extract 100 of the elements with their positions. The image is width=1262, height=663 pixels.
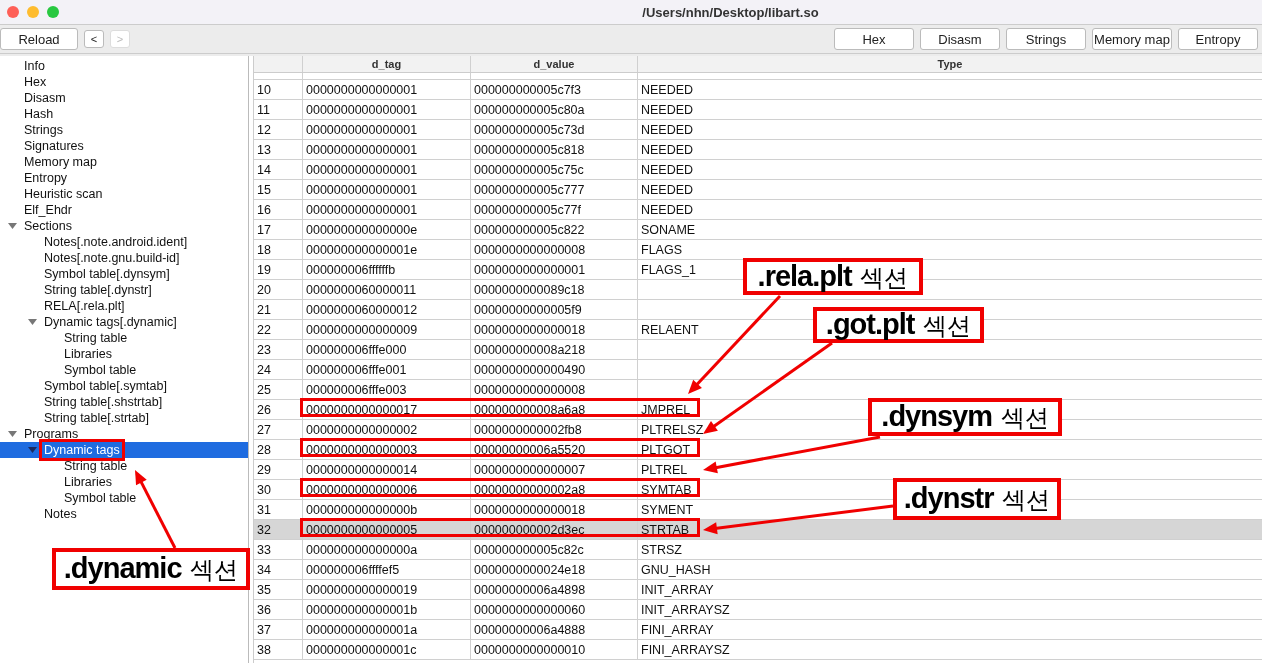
table-cell: PLTREL [641,462,688,477]
table-cell: 000000006ffffef5 [303,560,471,579]
view-button[interactable]: Entropy [1178,28,1258,50]
tree-item[interactable]: String table [0,458,248,474]
table-cell: 27 [254,420,303,439]
tree-item[interactable]: Libraries [0,474,248,490]
table-cell: 14 [254,160,303,179]
table-cell: 000000000005c777 [471,180,638,199]
table-cell: 0000000000000002 [303,420,471,439]
tree-item[interactable]: Notes [0,506,248,522]
table-cell: 0000000000000008 [471,380,638,399]
expand-arrow-icon[interactable] [28,318,37,326]
table-cell: SONAME [641,222,696,237]
tree-item[interactable]: Notes[.note.android.ident] [0,234,248,250]
table-cell: 0000000000000001 [303,200,471,219]
table-cell: 0000000000000018 [471,500,638,519]
table-cell: 000000006fffe003 [303,380,471,399]
table-cell: NEEDED [641,162,694,177]
tree-item[interactable]: Elf_Ehdr [0,202,248,218]
tree-item[interactable]: Libraries [0,346,248,362]
tree-item[interactable]: Entropy [0,170,248,186]
table-cell: SYMTAB [641,482,692,497]
table-cell: 00000000000002a8 [471,480,638,499]
table-cell: 18 [254,240,303,259]
tree-item[interactable]: Symbol table[.dynsym] [0,266,248,282]
tree-item[interactable]: Disasm [0,90,248,106]
tree-item[interactable]: Sections [0,218,248,234]
table-cell: 0000000000002fb8 [471,420,638,439]
table-cell: 0000000060000012 [303,300,471,319]
table-cell: 000000000005c818 [471,140,638,159]
tree-item[interactable]: String table[.shstrtab] [0,394,248,410]
table-cell: 00000000006a4898 [471,580,638,599]
table-cell: 0000000000000008 [471,240,638,259]
view-button[interactable]: Disasm [920,28,1000,50]
table-cell: 000000000008a6a8 [471,400,638,419]
table-cell: FINI_ARRAY [641,622,714,637]
table-cell: 0000000000000001 [303,160,471,179]
column-header[interactable]: d_tag [303,56,471,72]
table-cell: 00000000006a5520 [471,440,638,459]
tree-item[interactable]: Notes[.note.gnu.build-id] [0,250,248,266]
table-cell: 13 [254,140,303,159]
minimize-button[interactable] [27,6,39,18]
tree-item[interactable]: String table [0,330,248,346]
table-cell: 000000000000001a [303,620,471,639]
tree-item[interactable]: Dynamic tags [0,442,248,458]
table-cell: GNU_HASH [641,562,711,577]
view-button[interactable]: Hex [834,28,914,50]
table-cell: 000000006fffe001 [303,360,471,379]
expand-arrow-icon[interactable] [8,430,17,438]
tree-item[interactable]: Hex [0,74,248,90]
table-cell: NEEDED [641,182,694,197]
expand-arrow-icon[interactable] [8,222,17,230]
column-header[interactable]: Type [638,56,1262,72]
table-cell: 0000000000000490 [471,360,638,379]
table-cell: 000000006fffe000 [303,340,471,359]
view-button[interactable]: Memory map [1092,28,1172,50]
table-cell: 32 [254,520,303,539]
table-cell: 0000000000089c18 [471,280,638,299]
tree-item[interactable]: Symbol table[.symtab] [0,378,248,394]
tree-item[interactable]: Symbol table [0,490,248,506]
tree-item[interactable]: Signatures [0,138,248,154]
table-cell: NEEDED [641,202,694,217]
tree-item[interactable]: String table[.dynstr] [0,282,248,298]
table-cell: PLTRELSZ [641,422,704,437]
table-cell: 0000000000000001 [303,80,471,99]
callout-label: .dynamic 섹션 [52,548,250,590]
table-cell: 16 [254,200,303,219]
table-cell: RELAENT [641,322,699,337]
tree-item[interactable]: Info [0,58,248,74]
tree-item[interactable]: Programs [0,426,248,442]
table-cell: 000000000000000b [303,500,471,519]
reload-button[interactable]: Reload [0,28,78,50]
expand-arrow-icon[interactable] [28,446,37,454]
tree-item[interactable]: Strings [0,122,248,138]
table-cell: 0000000000000001 [303,120,471,139]
tree-item[interactable]: Dynamic tags[.dynamic] [0,314,248,330]
tree-item[interactable]: Heuristic scan [0,186,248,202]
tree-item[interactable]: RELA[.rela.plt] [0,298,248,314]
table-cell: 0000000000000010 [471,640,638,659]
callout-label: .got.plt 섹션 [813,307,984,343]
tree-item[interactable]: Hash [0,106,248,122]
table-cell: 0000000000000001 [303,180,471,199]
tree-item[interactable]: Symbol table [0,362,248,378]
back-button[interactable]: < [84,30,104,48]
table-cell: PLTGOT [641,442,691,457]
table-cell: 26 [254,400,303,419]
tree-item[interactable]: String table[.strtab] [0,410,248,426]
close-button[interactable] [7,6,19,18]
view-button[interactable]: Strings [1006,28,1086,50]
tree-item[interactable]: Memory map [0,154,248,170]
column-header[interactable]: d_value [471,56,638,72]
table-cell: 31 [254,500,303,519]
table-cell: NEEDED [641,122,694,137]
table-cell: JMPREL [641,402,691,417]
callout-label: .dynstr 섹션 [893,478,1061,520]
table-cell: 0000000000000018 [471,320,638,339]
zoom-button[interactable] [47,6,59,18]
table-cell: 33 [254,540,303,559]
table-cell: 0000000000024e18 [471,560,638,579]
table-cell: 000000000005c7f3 [471,80,638,99]
